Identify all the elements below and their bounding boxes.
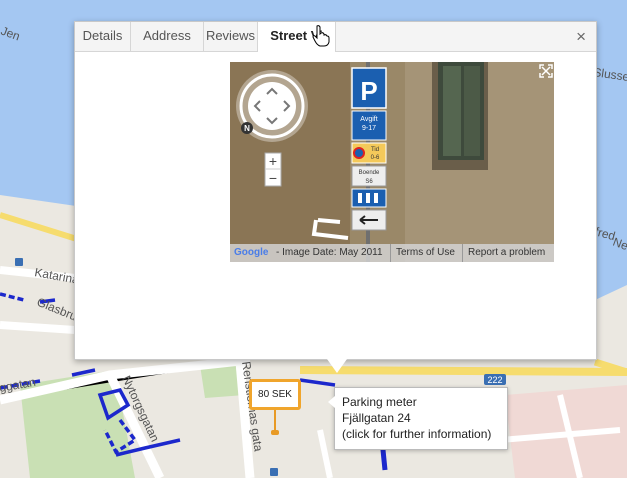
boende-sign-text: Boende: [359, 170, 380, 176]
hand-cursor-icon: [312, 25, 330, 47]
street-view-panorama[interactable]: P Avgift 9-17 Tid 0-6 Boende S6 N + − Go…: [230, 62, 554, 262]
close-icon[interactable]: ×: [576, 27, 586, 47]
street: [0, 321, 76, 334]
parking-meter-tooltip[interactable]: Parking meter Fjällgatan 24 (click for f…: [328, 387, 508, 450]
avgift-sign-hours: 9-17: [362, 125, 376, 132]
road-shield-label: 222: [487, 375, 502, 385]
tooltip-pointer: [328, 396, 335, 408]
terms-of-use-link[interactable]: Terms of Use: [390, 244, 455, 262]
google-logo: Google: [234, 247, 269, 258]
marker-stem: [274, 410, 276, 432]
report-problem-link[interactable]: Report a problem: [462, 244, 545, 262]
tooltip-hint: (click for further information): [342, 427, 492, 441]
popup-pointer: [327, 359, 347, 373]
popup-tab-bar: Details Address Reviews Street Vi: [75, 22, 596, 52]
marker-base: [271, 430, 279, 435]
transit-icon[interactable]: [15, 258, 23, 266]
parking-price-marker[interactable]: 80 SEK: [249, 379, 301, 410]
parking-sign-label: P: [360, 76, 377, 106]
tooltip-address: Fjällgatan 24: [342, 411, 411, 425]
tooltip-title: Parking meter: [342, 395, 417, 409]
image-date: - Image Date: May 2011: [276, 247, 383, 258]
street-view-footer: Google - Image Date: May 2011 Terms of U…: [230, 244, 554, 262]
street-view-image: P Avgift 9-17 Tid 0-6 Boende S6 N + −: [230, 62, 554, 262]
tab-address[interactable]: Address: [131, 22, 204, 51]
tid-sign-hours: 0-6: [371, 155, 380, 161]
tab-reviews[interactable]: Reviews: [204, 22, 258, 51]
tid-sign-text: Tid: [371, 147, 379, 153]
info-popup: Details Address Reviews Street Vi × P Av…: [74, 21, 597, 373]
compass-north-label: N: [244, 124, 250, 133]
zoom-in-button[interactable]: +: [269, 153, 277, 169]
boende-sign-code: S6: [365, 179, 373, 185]
zoom-out-button[interactable]: −: [269, 170, 277, 186]
tab-details[interactable]: Details: [75, 22, 131, 51]
avgift-sign-text: Avgift: [360, 116, 377, 123]
major-road-bottom: [299, 366, 627, 376]
transit-icon[interactable]: [270, 468, 278, 476]
